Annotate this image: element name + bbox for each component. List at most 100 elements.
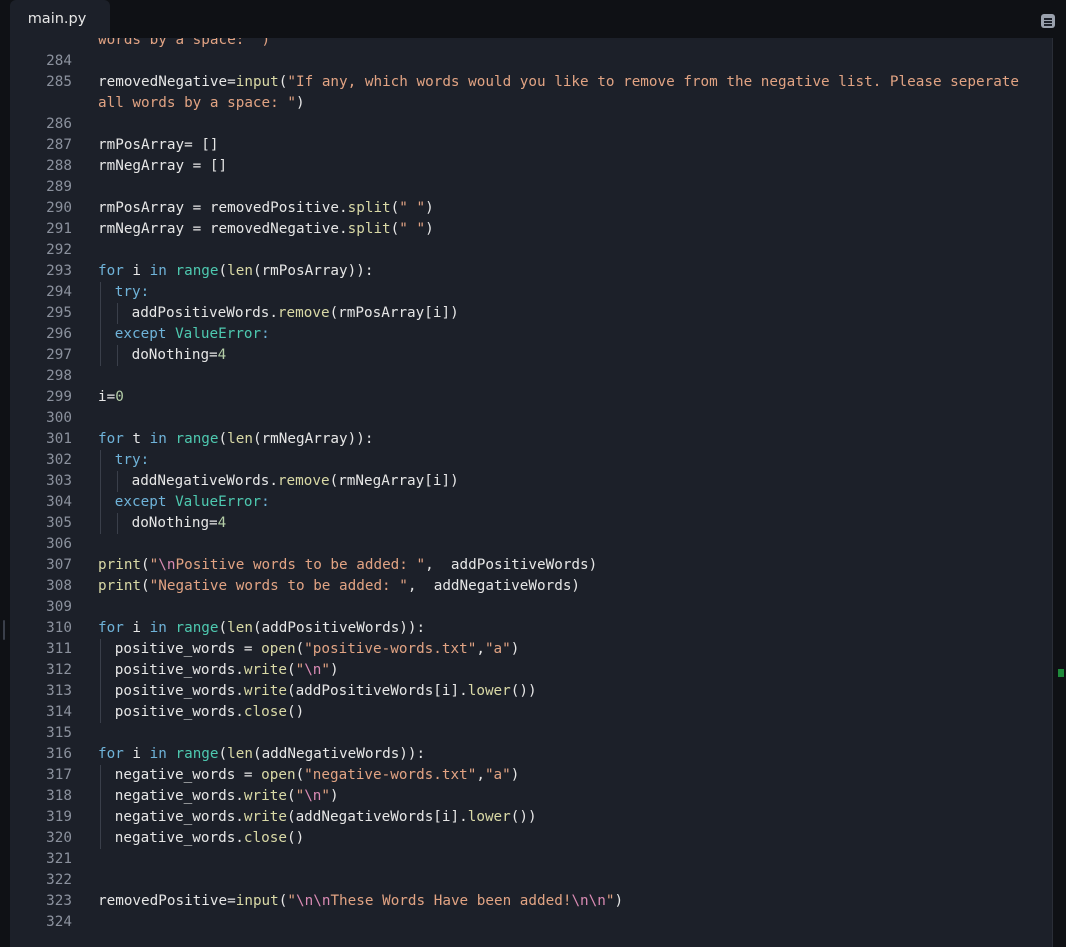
- line-number: 318: [46, 788, 72, 804]
- code-line: 297 doNothing=4: [10, 345, 1053, 366]
- line-number: 307: [46, 557, 72, 573]
- code-token: len: [227, 263, 253, 279]
- code-token: These Words Have been added!: [330, 893, 572, 909]
- code-line: 322: [10, 870, 1053, 891]
- code-token: 0: [115, 389, 124, 405]
- code-text: doNothing=4: [132, 345, 1048, 366]
- code-token: i: [123, 263, 150, 279]
- line-number: 319: [46, 809, 72, 825]
- code-token: rmPosArray = removedPositive.: [98, 200, 348, 216]
- code-token: removedNegative=: [98, 74, 236, 90]
- indent-guide: [100, 807, 101, 828]
- line-number: 316: [46, 746, 72, 762]
- code-line: 304 except ValueError:: [10, 492, 1053, 513]
- code-token: i=: [98, 389, 116, 405]
- code-token: t: [123, 431, 150, 447]
- code-token: \n: [158, 557, 176, 573]
- code-line: 320 negative_words.close(): [10, 828, 1053, 849]
- code-token: 4: [217, 347, 227, 363]
- code-text: print("\nPositive words to be added: ", …: [98, 555, 1048, 576]
- code-token: positive_words.: [114, 683, 244, 699]
- indent-guide: [100, 660, 101, 681]
- code-token: ()): [510, 809, 537, 825]
- code-text: addNegativeWords.remove(rmNegArray[i]): [132, 471, 1048, 492]
- tab-bar: main.py: [0, 0, 1066, 38]
- code-token: ()): [510, 683, 537, 699]
- line-number: 323: [46, 893, 72, 909]
- tab-main-py[interactable]: main.py: [10, 0, 110, 38]
- code-token: remove: [277, 473, 330, 489]
- line-number: 292: [46, 242, 72, 258]
- code-text: except ValueError:: [115, 492, 1048, 513]
- code-token: close: [243, 704, 287, 720]
- code-token: doNothing=: [131, 515, 218, 531]
- code-token: \n\n: [296, 893, 331, 909]
- line-number: 324: [46, 914, 72, 930]
- line-number: 321: [46, 851, 72, 867]
- code-line: 307 print("\nPositive words to be added: …: [10, 555, 1053, 576]
- code-token: (: [286, 788, 296, 804]
- code-token: for: [98, 263, 124, 279]
- editor-scrollbar-track[interactable]: [1052, 38, 1053, 947]
- code-token: for: [98, 620, 124, 636]
- code-token: range: [175, 263, 219, 279]
- code-token: \n: [304, 662, 322, 678]
- indent-guide: [100, 345, 101, 366]
- editor-menu-icon[interactable]: [1041, 14, 1055, 28]
- code-text: i=0: [98, 387, 1048, 408]
- code-line: 290 rmPosArray = removedPositive.split(" …: [10, 198, 1053, 219]
- panel-resize-handle[interactable]: [3, 620, 5, 640]
- line-number: 305: [46, 515, 72, 531]
- code-token: (): [286, 704, 305, 720]
- code-text: rmNegArray = []: [98, 156, 1048, 177]
- code-token: write: [243, 809, 287, 825]
- line-number: 322: [46, 872, 72, 888]
- code-line: 302 try:: [10, 450, 1053, 471]
- code-line: 323 removedPositive=input("\n\nThese Word…: [10, 891, 1053, 912]
- indent-guide: [100, 282, 101, 303]
- code-line: 295 addPositiveWords.remove(rmPosArray[i]…: [10, 303, 1053, 324]
- code-token: "Negative words to be added: ": [149, 578, 408, 594]
- code-token: (rmPosArray[i]): [329, 305, 459, 321]
- code-token: "negative-words.txt": [304, 767, 477, 783]
- code-line: 315: [10, 723, 1053, 744]
- code-token: (addNegativeWords[i].: [286, 809, 468, 825]
- code-token: len: [227, 746, 253, 762]
- code-token: for: [98, 431, 124, 447]
- line-number: 299: [46, 389, 72, 405]
- code-text: positive_words.write("\n"): [115, 660, 1048, 681]
- code-token: negative_words.: [114, 788, 244, 804]
- code-token: (: [141, 557, 150, 573]
- code-token: (: [218, 620, 228, 636]
- code-token: (rmNegArray)):: [252, 431, 374, 447]
- line-number: 304: [46, 494, 72, 510]
- code-token: \n\n: [571, 893, 606, 909]
- line-number: 298: [46, 368, 72, 384]
- code-token: negative_words.: [114, 809, 244, 825]
- code-token: (rmPosArray)):: [252, 263, 374, 279]
- code-token: in: [149, 431, 167, 447]
- code-token: close: [243, 830, 287, 846]
- code-line: 317 negative_words = open("negative-words…: [10, 765, 1053, 786]
- code-editor[interactable]: words by a space: ") 284 285 removedNegativ…: [10, 38, 1053, 947]
- code-token: , addPositiveWords): [425, 557, 598, 573]
- line-number: 291: [46, 221, 72, 237]
- line-number: 312: [46, 662, 72, 678]
- code-line: 287 rmPosArray= []: [10, 135, 1053, 156]
- code-token: positive_words =: [114, 641, 262, 657]
- code-token: ": [295, 788, 305, 804]
- code-token: write: [243, 683, 287, 699]
- code-line: 310 for i in range(len(addPositiveWords))…: [10, 618, 1053, 639]
- line-number: 310: [46, 620, 72, 636]
- indent-guide: [100, 513, 101, 534]
- line-number: 293: [46, 263, 72, 279]
- code-line: 316 for i in range(len(addNegativeWords))…: [10, 744, 1053, 765]
- code-token: split: [347, 200, 391, 216]
- code-token: \n: [304, 788, 322, 804]
- code-line: 311 positive_words = open("positive-words…: [10, 639, 1053, 660]
- code-text: negative_words.close(): [115, 828, 1048, 849]
- code-token: rmPosArray= []: [98, 137, 219, 153]
- code-line: 299 i=0: [10, 387, 1053, 408]
- code-token: lower: [467, 809, 511, 825]
- code-token: (: [286, 662, 296, 678]
